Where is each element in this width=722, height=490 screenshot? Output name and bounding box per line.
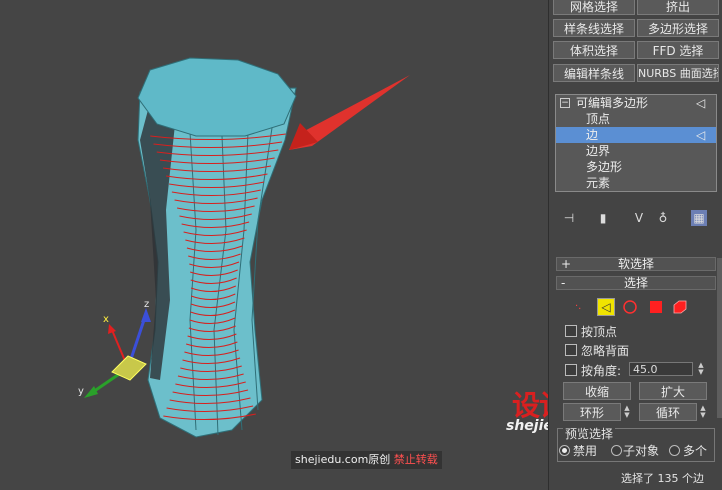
vertex-mode-icon[interactable]: ·. (575, 298, 593, 316)
preview-subobject-radio[interactable] (611, 445, 622, 456)
axis-x-label: x (103, 314, 109, 325)
show-end-result-icon[interactable]: ▮ (595, 210, 611, 226)
polygon-mode-icon[interactable] (647, 298, 665, 316)
command-panel: 网格选择 挤出 样条线选择 多边形选择 体积选择 FFD 选择 编辑样条线 NU… (548, 0, 722, 490)
credit-note: 禁止转载 (393, 453, 438, 466)
stack-item-element[interactable]: 元素 (556, 175, 716, 191)
configure-sets-icon[interactable]: ▦ (691, 210, 707, 226)
selection-status: 选择了 135 个边 (621, 472, 704, 485)
soft-selection-rollout[interactable]: + 软选择 (556, 257, 716, 271)
border-mode-icon[interactable] (621, 298, 639, 316)
credit-banner: shejiedu.com原创 禁止转载 (291, 451, 442, 469)
stack-item-polygon[interactable]: 多边形 (556, 159, 716, 175)
vase-top-face[interactable] (137, 57, 297, 137)
axis-z-label: z (144, 299, 149, 310)
preview-off-radio[interactable] (559, 445, 570, 456)
stack-item-edge[interactable]: 边 ◁ (556, 127, 716, 143)
btn-mesh-select[interactable]: 网格选择 (553, 0, 635, 15)
axis-y-label: y (78, 386, 84, 397)
ring-button[interactable]: 环形 (563, 403, 621, 421)
stack-item-border[interactable]: 边界 (556, 143, 716, 159)
make-unique-icon[interactable]: V (631, 210, 647, 226)
grow-button[interactable]: 扩大 (639, 382, 707, 400)
panel-scrollbar[interactable] (717, 258, 722, 418)
angle-spinner[interactable]: ▲ ▼ (697, 362, 705, 376)
collapse-icon[interactable]: − (560, 98, 570, 108)
remove-modifier-icon[interactable]: ♁ (655, 210, 671, 226)
btn-extrude[interactable]: 挤出 (637, 0, 719, 15)
btn-nurbs-select[interactable]: NURBS 曲面选择 (637, 64, 719, 82)
selection-rollout[interactable]: - 选择 (556, 276, 716, 290)
preview-subobject-label: 子对象 (623, 444, 660, 458)
btn-volume-select[interactable]: 体积选择 (553, 41, 635, 59)
pin-stack-icon[interactable]: ⊣ (561, 210, 577, 226)
btn-spline-select[interactable]: 样条线选择 (553, 19, 635, 37)
btn-edit-spline[interactable]: 编辑样条线 (553, 64, 635, 82)
preview-off-label: 禁用 (573, 444, 598, 458)
ignore-backfacing-label: 忽略背面 (581, 344, 630, 358)
by-vertex-label: 按顶点 (581, 325, 618, 339)
btn-poly-select[interactable]: 多边形选择 (637, 19, 719, 37)
loop-button[interactable]: 循环 (639, 403, 697, 421)
pointer-arrow-icon (289, 75, 410, 150)
element-mode-icon[interactable] (671, 298, 689, 316)
vase-model[interactable]: x z y (0, 0, 548, 490)
preview-selection-title: 预览选择 (563, 425, 616, 442)
editable-poly-icon: ◁ (696, 96, 706, 110)
shrink-button[interactable]: 收缩 (563, 382, 631, 400)
stack-root[interactable]: − 可编辑多边形 ◁ (556, 95, 716, 111)
btn-ffd-select[interactable]: FFD 选择 (637, 41, 719, 59)
axis-gizmo-icon (84, 308, 151, 398)
stack-item-vertex[interactable]: 顶点 (556, 111, 716, 127)
angle-input[interactable]: 45.0 (629, 362, 693, 376)
edge-mode-icon[interactable]: ◁ (597, 298, 615, 316)
ignore-backfacing-checkbox[interactable] (565, 344, 577, 356)
edge-level-icon: ◁ (696, 128, 706, 142)
by-angle-checkbox[interactable] (565, 364, 577, 376)
by-vertex-checkbox[interactable] (565, 325, 577, 337)
modifier-stack[interactable]: − 可编辑多边形 ◁ 顶点 边 ◁ 边界 多边形 元素 (555, 94, 717, 192)
preview-multi-label: 多个 (683, 444, 708, 458)
by-angle-label: 按角度: (581, 364, 622, 378)
loop-spinner[interactable]: ▲ ▼ (699, 405, 707, 419)
credit-site: shejiedu.com原创 (295, 453, 391, 466)
preview-multi-radio[interactable] (669, 445, 680, 456)
viewport[interactable]: x z y shejiedu.com原创 禁止转载 (0, 0, 548, 490)
ring-spinner[interactable]: ▲ ▼ (623, 405, 631, 419)
